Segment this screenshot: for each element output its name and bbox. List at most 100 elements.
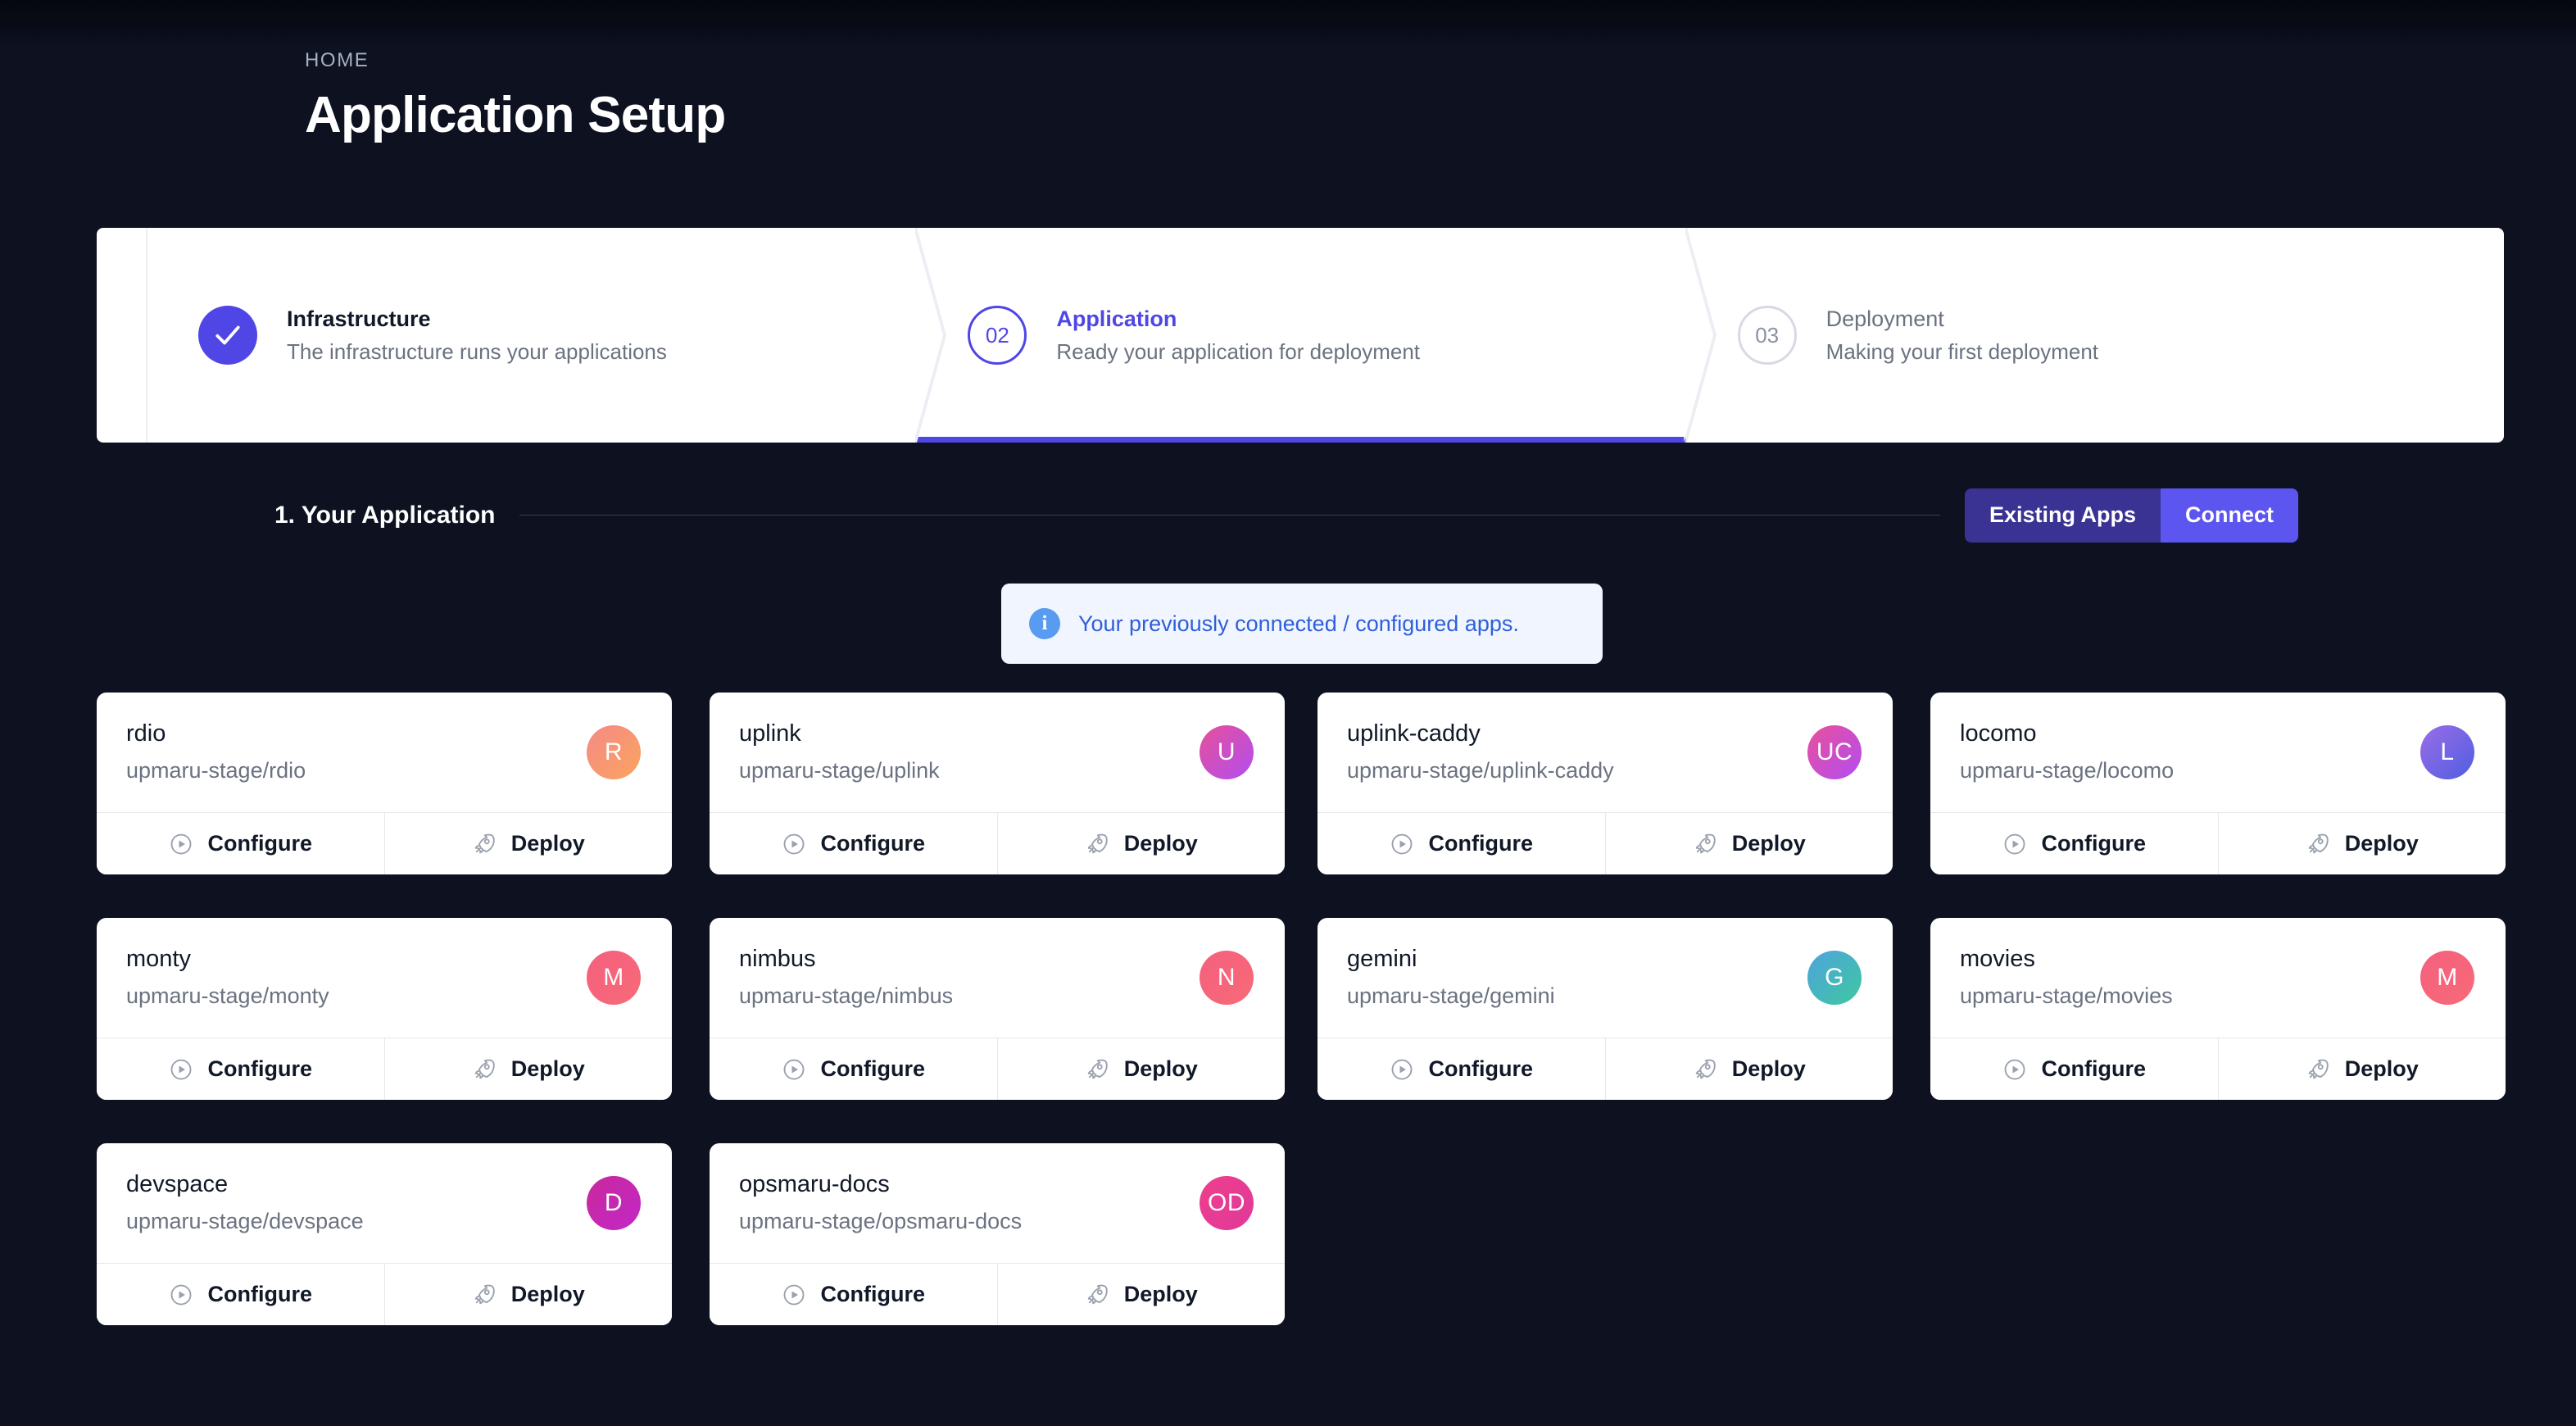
deploy-button[interactable]: Deploy [996,1038,1285,1100]
app-card-body: gemini upmaru-stage/gemini G [1317,918,1893,1038]
avatar: D [587,1176,641,1230]
top-gradient-band [0,0,2576,48]
configure-button[interactable]: Configure [1317,813,1605,874]
info-banner: i Your previously connected / configured… [1001,584,1603,664]
configure-button[interactable]: Configure [1930,813,2218,874]
stepper-step-deployment[interactable]: 03 Deployment Making your first deployment [1685,228,2455,443]
apps-grid-row: monty upmaru-stage/monty M Configure Deploy n… [0,918,2576,1143]
deploy-button[interactable]: Deploy [383,1264,672,1325]
play-circle-icon [782,1283,806,1307]
app-repo: upmaru-stage/monty [126,983,329,1009]
stepper-step-application[interactable]: 02 Application Ready your application for … [915,228,1717,443]
stepper-step-title: Deployment [1825,306,1944,331]
app-card[interactable]: uplink upmaru-stage/uplink U Configure Deplo… [710,693,1285,874]
apps-grid: rdio upmaru-stage/rdio R Configure Deploy upl… [0,693,2576,1369]
app-card-info: uplink-caddy upmaru-stage/uplink-caddy [1347,720,1614,783]
app-card[interactable]: opsmaru-docs upmaru-stage/opsmaru-docs OD C… [710,1143,1285,1325]
step-number-badge: 03 [1737,306,1797,365]
deploy-label: Deploy [1123,1282,1198,1306]
deploy-button[interactable]: Deploy [1604,813,1893,874]
rocket-icon [472,1057,497,1082]
configure-label: Configure [1428,831,1534,856]
app-repo: upmaru-stage/devspace [126,1209,364,1234]
configure-label: Configure [2041,1056,2147,1081]
app-card-info: gemini upmaru-stage/gemini [1347,946,1555,1009]
configure-button[interactable]: Configure [1317,1038,1605,1100]
configure-button[interactable]: Configure [1930,1038,2218,1100]
deploy-button[interactable]: Deploy [2217,1038,2506,1100]
existing-apps-tab[interactable]: Existing Apps [1964,488,2161,543]
app-card[interactable]: rdio upmaru-stage/rdio R Configure Deploy [97,693,672,874]
app-card[interactable]: monty upmaru-stage/monty M Configure Deploy [97,918,672,1100]
app-name: rdio [126,720,166,747]
app-card[interactable]: locomo upmaru-stage/locomo L Configure Deplo… [1930,693,2506,874]
rocket-icon [2306,1057,2330,1082]
configure-label: Configure [207,831,313,856]
apps-grid-row: devspace upmaru-stage/devspace D Configure D… [0,1143,2576,1369]
play-circle-icon [169,832,193,856]
check-icon [198,306,257,365]
app-card[interactable]: movies upmaru-stage/movies M Configure Deplo… [1930,918,2506,1100]
deploy-button[interactable]: Deploy [996,813,1285,874]
play-circle-icon [782,832,806,856]
app-card-info: monty upmaru-stage/monty [126,946,329,1009]
app-repo: upmaru-stage/gemini [1347,983,1555,1009]
deploy-button[interactable]: Deploy [383,1038,672,1100]
stepper-step-title: Application [1056,306,1177,331]
deploy-button[interactable]: Deploy [1604,1038,1893,1100]
configure-button[interactable]: Configure [710,813,997,874]
avatar: U [1200,725,1254,779]
app-card-actions: Configure Deploy [1930,812,2506,874]
configure-button[interactable]: Configure [710,1264,997,1325]
deploy-label: Deploy [2344,1056,2419,1081]
app-card-info: opsmaru-docs upmaru-stage/opsmaru-docs [739,1171,1022,1234]
configure-label: Configure [207,1282,313,1306]
apps-grid-row: rdio upmaru-stage/rdio R Configure Deploy upl… [0,693,2576,918]
deploy-label: Deploy [1123,831,1198,856]
rocket-icon [2306,832,2330,856]
app-card[interactable]: nimbus upmaru-stage/nimbus N Configure Deplo… [710,918,1285,1100]
app-name: uplink [739,720,801,747]
configure-button[interactable]: Configure [97,1038,384,1100]
configure-label: Configure [820,1282,926,1306]
configure-button[interactable]: Configure [710,1038,997,1100]
deploy-button[interactable]: Deploy [996,1264,1285,1325]
app-card[interactable]: uplink-caddy upmaru-stage/uplink-caddy UC C… [1317,693,1893,874]
app-repo: upmaru-stage/nimbus [739,983,954,1009]
apps-source-toggle: Existing Apps Connect [1964,488,2298,543]
stepper-step-infrastructure[interactable]: Infrastructure The infrastructure runs yo… [146,228,947,443]
app-card-actions: Configure Deploy [1930,1038,2506,1100]
app-card-body: monty upmaru-stage/monty M [97,918,672,1038]
app-card[interactable]: devspace upmaru-stage/devspace D Configure D… [97,1143,672,1325]
stepper-step-title: Infrastructure [287,306,431,331]
app-card-info: uplink upmaru-stage/uplink [739,720,940,783]
deploy-label: Deploy [1123,1056,1198,1081]
configure-button[interactable]: Configure [97,813,384,874]
app-repo: upmaru-stage/movies [1960,983,2173,1009]
rocket-icon [1085,1283,1109,1307]
configure-button[interactable]: Configure [97,1264,384,1325]
deploy-button[interactable]: Deploy [2217,813,2506,874]
app-card-info: movies upmaru-stage/movies [1960,946,2173,1009]
app-name: uplink-caddy [1347,720,1481,747]
app-repo: upmaru-stage/rdio [126,758,306,783]
app-name: movies [1960,946,2035,973]
app-card[interactable]: gemini upmaru-stage/gemini G Configure Deplo… [1317,918,1893,1100]
app-name: locomo [1960,720,2037,747]
deploy-button[interactable]: Deploy [383,813,672,874]
connect-tab[interactable]: Connect [2161,488,2298,543]
app-name: devspace [126,1171,229,1198]
app-name: monty [126,946,191,973]
step-number-badge: 02 [968,306,1027,365]
play-circle-icon [1390,832,1414,856]
configure-label: Configure [1428,1056,1534,1081]
play-circle-icon [169,1057,193,1082]
play-circle-icon [2002,832,2027,856]
stepper-track: Infrastructure The infrastructure runs yo… [97,228,2504,443]
info-banner-text: Your previously connected / configured a… [1078,611,1519,636]
breadcrumb[interactable]: HOME [305,49,725,72]
deploy-label: Deploy [510,1056,585,1081]
configure-label: Configure [207,1056,313,1081]
setup-stepper: Infrastructure The infrastructure runs yo… [97,228,2504,443]
play-circle-icon [782,1057,806,1082]
